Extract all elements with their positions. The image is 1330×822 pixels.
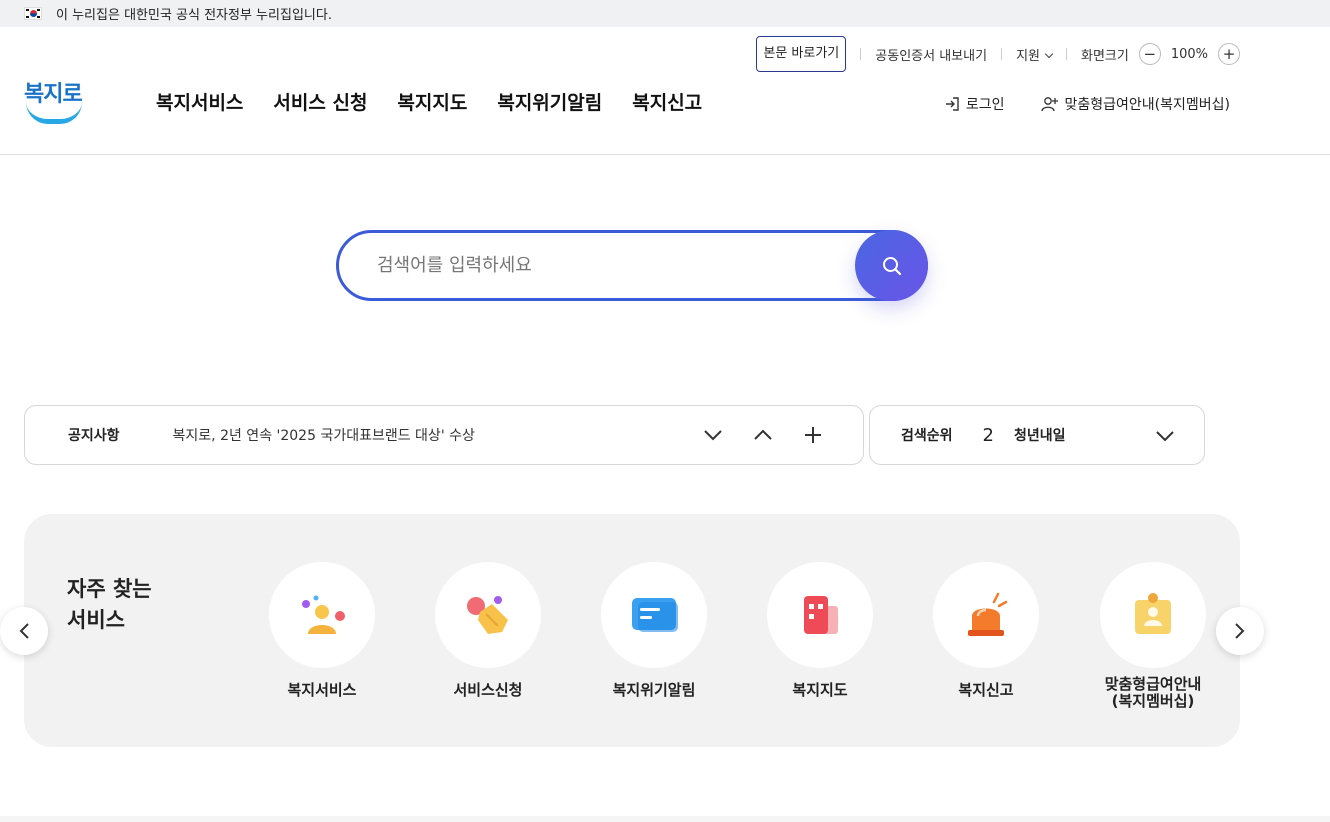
service-label: 복지서비스 — [287, 681, 357, 699]
utility-bar: 본문 바로가기 공동인증서 내보내기 지원 화면크기 − 100% + — [756, 36, 1240, 72]
service-icon-circle — [601, 562, 707, 668]
frequent-services-title: 자주 찾는 서비스 — [67, 574, 152, 636]
search-button[interactable] — [855, 230, 928, 301]
notice-label: 공지사항 — [68, 428, 120, 444]
zoom-value: 100% — [1170, 46, 1208, 62]
rank-keyword[interactable]: 청년내일 — [1014, 425, 1066, 445]
notice-controls — [699, 420, 827, 450]
support-label: 지원 — [1016, 48, 1040, 64]
building-icon — [804, 596, 838, 634]
service-welfare[interactable]: 복지서비스 — [252, 562, 392, 699]
support-dropdown[interactable]: 지원 — [1016, 45, 1054, 64]
service-label: 맞춤형급여안내 (복지멤버십) — [1083, 676, 1223, 710]
skip-to-content-button[interactable]: 본문 바로가기 — [756, 36, 847, 72]
service-crisis-alert[interactable]: 복지위기알림 — [584, 562, 724, 699]
carousel-prev-button[interactable] — [0, 607, 48, 655]
korea-flag-icon — [24, 7, 42, 20]
divider — [1065, 48, 1067, 60]
member-links: 로그인 맞춤형급여안내(복지멤버십) — [944, 94, 1230, 114]
service-welfare-map[interactable]: 복지지도 — [750, 562, 890, 699]
divider — [1001, 48, 1003, 60]
chevron-down-icon — [704, 430, 722, 441]
chevron-right-icon — [1235, 623, 1245, 639]
title-line: 서비스 — [67, 608, 125, 632]
people-icon — [302, 595, 345, 634]
service-icon-circle — [269, 562, 375, 668]
search-input[interactable] — [377, 235, 925, 296]
nav-welfare-service[interactable]: 복지서비스 — [156, 88, 243, 115]
search-box — [336, 230, 928, 301]
notice-more-button[interactable] — [799, 420, 827, 450]
login-label: 로그인 — [965, 97, 1005, 113]
notice-prev-button[interactable] — [749, 420, 777, 450]
nav-welfare-report[interactable]: 복지신고 — [632, 88, 702, 115]
service-label-line: 맞춤형급여안내 — [1104, 675, 1202, 693]
service-membership[interactable]: 맞춤형급여안내 (복지멤버십) — [1083, 562, 1223, 710]
nav-welfare-map[interactable]: 복지지도 — [397, 88, 467, 115]
chevron-left-icon — [19, 623, 29, 639]
rank-label: 검색순위 — [901, 428, 953, 444]
membership-link[interactable]: 맞춤형급여안내(복지멤버십) — [1040, 94, 1230, 114]
gov-banner-text: 이 누리집은 대한민국 공식 전자정부 누리집입니다. — [56, 8, 332, 23]
login-link[interactable]: 로그인 — [944, 94, 1005, 114]
rank-expand-button[interactable] — [1150, 421, 1180, 451]
id-badge-icon — [1135, 593, 1171, 634]
divider — [860, 48, 862, 60]
gov-banner: 이 누리집은 대한민국 공식 전자정부 누리집입니다. — [0, 0, 1330, 27]
site-logo[interactable]: 복지로 — [24, 76, 84, 126]
notice-item-link[interactable]: 복지로, 2년 연속 '2025 국가대표브랜드 대상' 수상 — [173, 425, 475, 445]
zoom-in-button[interactable]: + — [1218, 43, 1240, 65]
notice-bar: 공지사항 복지로, 2년 연속 '2025 국가대표브랜드 대상' 수상 — [24, 405, 864, 465]
message-icon — [632, 598, 678, 632]
notice-next-button[interactable] — [699, 420, 727, 450]
service-label: 복지신고 — [958, 681, 1014, 699]
nav-service-apply[interactable]: 서비스 신청 — [273, 88, 367, 115]
service-icon-circle — [1100, 562, 1206, 668]
search-icon — [882, 256, 901, 275]
login-icon — [945, 97, 959, 111]
search-ranking: 검색순위 2 청년내일 — [869, 405, 1205, 465]
chevron-down-icon — [1044, 49, 1054, 58]
service-label: 서비스신청 — [453, 681, 523, 699]
carousel-next-button[interactable] — [1216, 607, 1264, 655]
plus-icon — [805, 427, 821, 443]
service-welfare-report[interactable]: 복지신고 — [916, 562, 1056, 699]
chevron-up-icon — [754, 429, 772, 440]
main-nav: 복지서비스 서비스 신청 복지지도 복지위기알림 복지신고 — [156, 88, 702, 115]
service-label: 복지위기알림 — [612, 681, 696, 699]
footer-edge — [0, 816, 1330, 822]
zoom-out-button[interactable]: − — [1138, 43, 1161, 65]
chevron-down-icon — [1156, 431, 1174, 442]
frequent-services-panel: 자주 찾는 서비스 복지서비스 서비스신청 복지위기알림 복지지도 복지신고 맞… — [24, 514, 1240, 747]
service-label-line: (복지멤버십) — [1111, 692, 1195, 710]
siren-icon — [968, 592, 1008, 636]
cert-export-link[interactable]: 공동인증서 내보내기 — [875, 45, 987, 64]
hand-tap-icon — [467, 596, 508, 634]
service-icon-circle — [435, 562, 541, 668]
service-label: 복지지도 — [792, 681, 848, 699]
service-icon-circle — [767, 562, 873, 668]
rank-number: 2 — [982, 424, 994, 446]
zoom-label: 화면크기 — [1080, 48, 1129, 64]
header-divider — [0, 154, 1330, 155]
user-plus-icon — [1040, 97, 1058, 112]
title-line: 자주 찾는 — [67, 577, 152, 601]
service-apply[interactable]: 서비스신청 — [418, 562, 558, 699]
service-icon-circle — [933, 562, 1039, 668]
membership-label: 맞춤형급여안내(복지멤버십) — [1064, 97, 1230, 113]
logo-smile-icon — [26, 102, 82, 124]
nav-crisis-alert[interactable]: 복지위기알림 — [497, 88, 602, 115]
